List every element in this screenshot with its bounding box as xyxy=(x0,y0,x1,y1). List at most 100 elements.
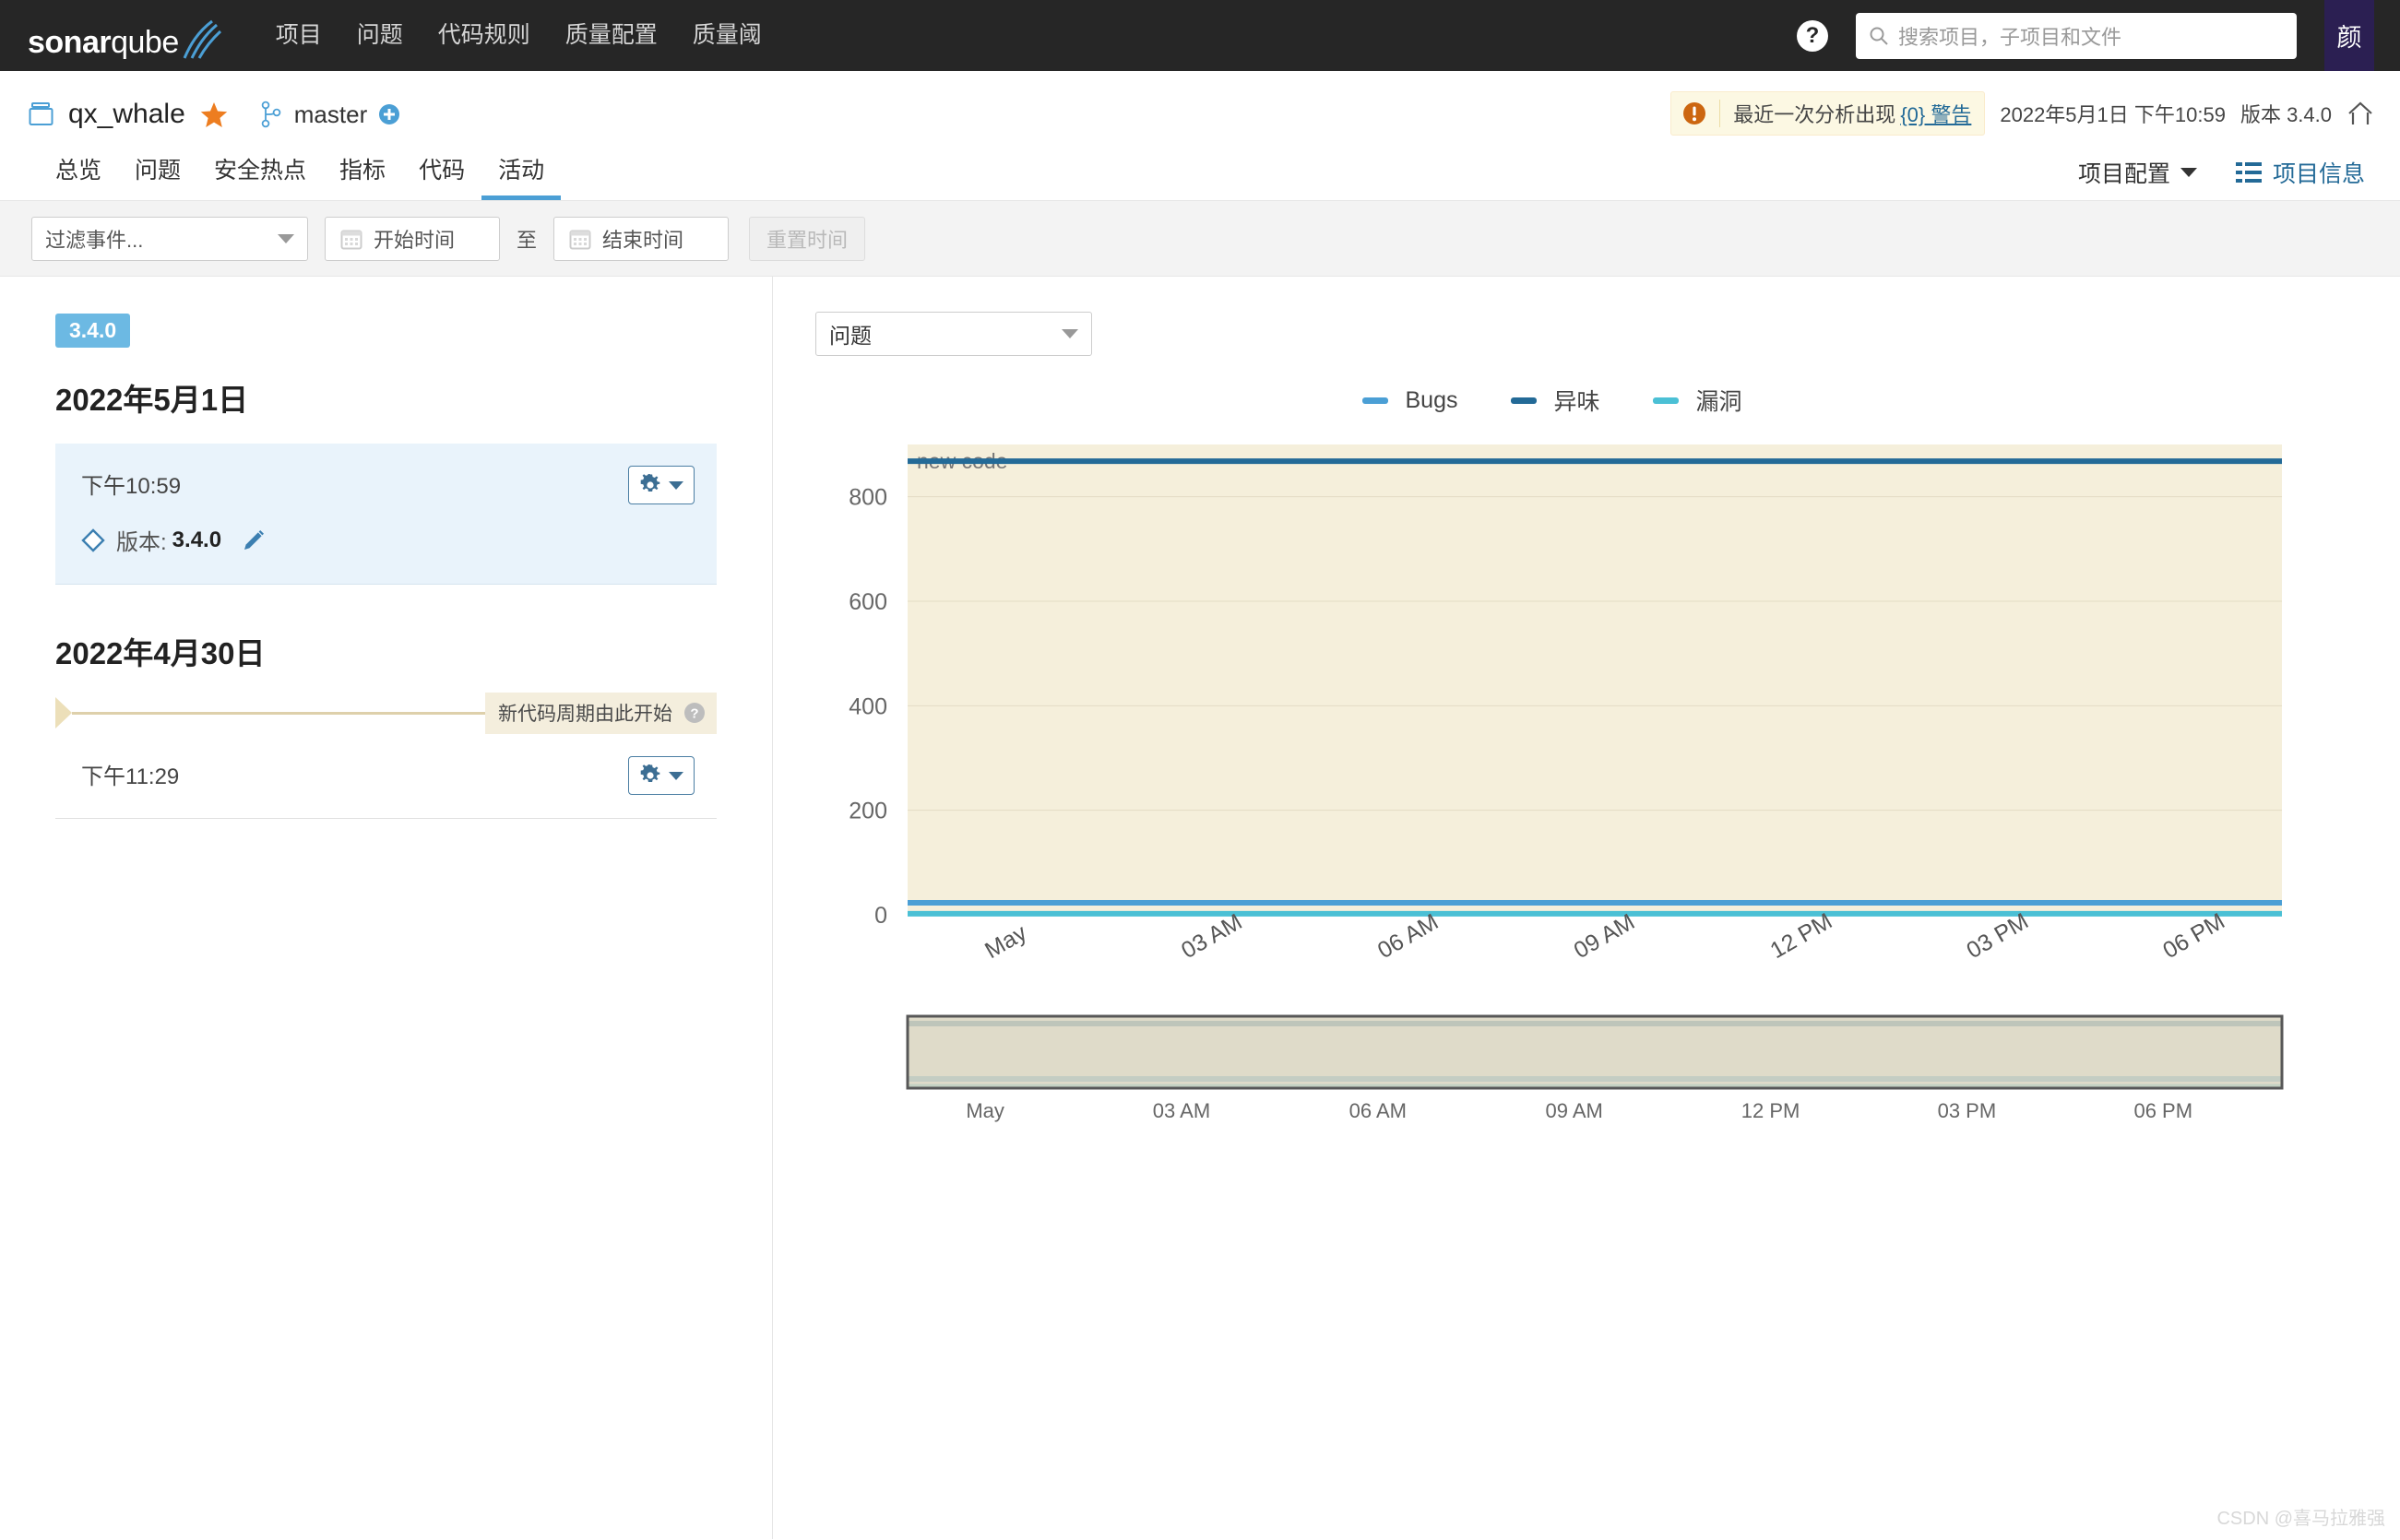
star-icon[interactable] xyxy=(200,101,228,128)
tabs-right-actions: 项目配置 项目信息 xyxy=(2078,156,2372,200)
x-axis-tick-label: 03 PM xyxy=(1962,908,2033,964)
nav-item-rules[interactable]: 代码规则 xyxy=(421,0,548,71)
tab-measures[interactable]: 指标 xyxy=(323,157,402,200)
y-axis-tick-label: 0 xyxy=(874,903,887,929)
branch-name[interactable]: master xyxy=(294,101,367,129)
legend-item-code-smells[interactable]: 异味 xyxy=(1511,384,1599,417)
search-input[interactable]: 搜索项目，子项目和文件 xyxy=(1856,12,2297,59)
gear-icon xyxy=(640,474,660,492)
legend-label: 漏洞 xyxy=(1695,389,1742,415)
activity-event-item[interactable]: 下午11:29 xyxy=(55,734,717,819)
search-placeholder: 搜索项目，子项目和文件 xyxy=(1898,25,2122,49)
chart-y-axis-ticks: 0 200 400 600 800 xyxy=(849,485,887,929)
project-information-label: 项目信息 xyxy=(2272,161,2365,187)
x-axis-tick-label: 09 AM xyxy=(1570,909,1639,965)
analysis-warning-badge[interactable]: 最近一次分析出现 {0} 警告 xyxy=(1670,91,1986,136)
nav-item-quality-gates[interactable]: 质量阈 xyxy=(675,0,779,71)
event-type-label: 版本: xyxy=(116,530,167,555)
graph-metric-select[interactable]: 问题 xyxy=(815,312,1092,356)
end-date-input[interactable]: 结束时间 xyxy=(553,216,730,261)
activity-filter-bar: 过滤事件... 开始时间 至 结束时间 重置时间 xyxy=(0,201,2400,277)
activity-line-chart[interactable]: new code 0200400600800 May 03 AM 06 AM 09 A… xyxy=(815,435,2394,1007)
legend-swatch xyxy=(1653,397,1680,404)
project-settings-menu[interactable]: 项目配置 xyxy=(2078,156,2197,189)
logo-qube: qube xyxy=(111,24,179,60)
activity-timeline-panel: 3.4.0 2022年5月1日 下午10:59 版本: 3.4.0 2022年4… xyxy=(0,277,773,1539)
project-tabs: 总览 问题 安全热点 指标 代码 活动 项目配置 项目信息 xyxy=(28,137,2372,200)
chart-brush-area[interactable]: May 03 AM 06 AM 09 AM 12 PM 03 PM 06 PM xyxy=(815,1011,2400,1154)
activity-event-item[interactable]: 下午10:59 版本: 3.4.0 xyxy=(55,444,717,585)
alert-icon xyxy=(1683,102,1706,124)
brush-x-axis-tick-label: 09 AM xyxy=(1545,1099,1602,1122)
logo-arc-icon xyxy=(183,19,221,59)
x-axis-tick-label: 06 AM xyxy=(1373,909,1443,965)
legend-label: 异味 xyxy=(1553,389,1600,415)
calendar-icon xyxy=(340,230,362,249)
tab-code[interactable]: 代码 xyxy=(402,157,481,200)
branch-icon xyxy=(261,101,281,128)
plus-icon[interactable] xyxy=(378,103,400,125)
home-icon[interactable] xyxy=(2347,100,2374,127)
warning-count-link[interactable]: {0} 警告 xyxy=(1900,103,1971,126)
user-avatar[interactable]: 颜 xyxy=(2324,0,2374,71)
event-detail-row: 版本: 3.4.0 xyxy=(81,524,695,556)
help-icon[interactable]: ? xyxy=(1797,19,1828,52)
chart-legend: Bugs 异味 漏洞 xyxy=(815,384,2400,417)
pencil-icon[interactable] xyxy=(242,528,266,552)
event-filter-label: 过滤事件... xyxy=(45,228,144,252)
list-icon xyxy=(2235,162,2262,183)
legend-label: Bugs xyxy=(1405,386,1458,413)
new-code-band xyxy=(908,444,2282,915)
brush-x-axis-ticks: May 03 AM 06 AM 09 AM 12 PM 03 PM 06 PM xyxy=(966,1099,2192,1122)
event-filter-select[interactable]: 过滤事件... xyxy=(31,216,308,261)
legend-swatch xyxy=(1362,397,1389,404)
start-date-input[interactable]: 开始时间 xyxy=(325,216,500,261)
chart-range-brush[interactable]: May 03 AM 06 AM 09 AM 12 PM 03 PM 06 PM xyxy=(815,1011,2394,1149)
event-actions-button[interactable] xyxy=(628,466,695,504)
tab-overview[interactable]: 总览 xyxy=(39,157,118,200)
legend-swatch xyxy=(1511,397,1538,404)
logo-text: sonarqube xyxy=(28,27,179,58)
chevron-down-icon xyxy=(2180,168,2197,177)
event-version-value: 3.4.0 xyxy=(172,527,222,552)
chart-plot-area[interactable]: new code 0 200 400 600 800 May 03 AM 06 AM 09 A… xyxy=(815,435,2400,1007)
chevron-down-icon xyxy=(278,233,294,243)
legend-item-vulnerabilities[interactable]: 漏洞 xyxy=(1653,384,1742,417)
version-badge: 3.4.0 xyxy=(55,314,131,348)
nav-item-quality-profiles[interactable]: 质量配置 xyxy=(548,0,675,71)
nav-item-projects[interactable]: 项目 xyxy=(258,0,339,71)
event-actions-button[interactable] xyxy=(628,756,695,795)
nav-item-issues[interactable]: 问题 xyxy=(339,0,421,71)
tab-activity[interactable]: 活动 xyxy=(481,157,562,200)
activity-graph-panel: 问题 Bugs 异味 漏洞 new code 0 200 400 600 800… xyxy=(773,277,2400,1539)
new-code-line xyxy=(72,711,485,715)
top-navigation-bar: sonarqube 项目 问题 代码规则 质量配置 质量阈 ? 搜索项目，子项目… xyxy=(0,0,2400,71)
main-content: 3.4.0 2022年5月1日 下午10:59 版本: 3.4.0 2022年4… xyxy=(0,277,2400,1539)
help-circle-icon[interactable]: ? xyxy=(683,702,706,724)
x-axis-tick-label: May xyxy=(980,919,1031,964)
diamond-icon xyxy=(81,527,105,552)
warning-message: 最近一次分析出现 xyxy=(1733,103,1896,126)
brush-selection xyxy=(906,1014,2284,1090)
project-icon xyxy=(29,102,53,125)
brush-x-axis-tick-label: May xyxy=(966,1099,1004,1122)
brush-x-axis-tick-label: 03 PM xyxy=(1938,1099,1997,1122)
tab-security-hotspots[interactable]: 安全热点 xyxy=(197,157,323,200)
tab-issues[interactable]: 问题 xyxy=(118,157,197,200)
sonarqube-logo[interactable]: sonarqube xyxy=(28,16,223,59)
start-date-placeholder: 开始时间 xyxy=(374,228,456,252)
logo-sonar: sonar xyxy=(28,24,112,60)
legend-item-bugs[interactable]: Bugs xyxy=(1362,387,1457,414)
x-axis-tick-label: 12 PM xyxy=(1766,908,1837,964)
chevron-down-icon xyxy=(1062,329,1078,338)
x-axis-tick-label: 06 PM xyxy=(2158,908,2229,964)
nav-right-cluster: ? 搜索项目，子项目和文件 颜 xyxy=(1797,0,2374,71)
watermark: CSDN @喜马拉雅强 xyxy=(2216,1509,2385,1529)
project-information-button[interactable]: 项目信息 xyxy=(2235,156,2365,189)
brush-x-axis-tick-label: 06 AM xyxy=(1349,1099,1407,1122)
last-analysis-date: 2022年5月1日 下午10:59 xyxy=(2000,103,2226,126)
new-code-label: 新代码周期由此开始 xyxy=(498,703,672,725)
project-settings-label: 项目配置 xyxy=(2077,161,2170,187)
event-time: 下午11:29 xyxy=(81,764,180,789)
reset-dates-button[interactable]: 重置时间 xyxy=(749,216,866,261)
